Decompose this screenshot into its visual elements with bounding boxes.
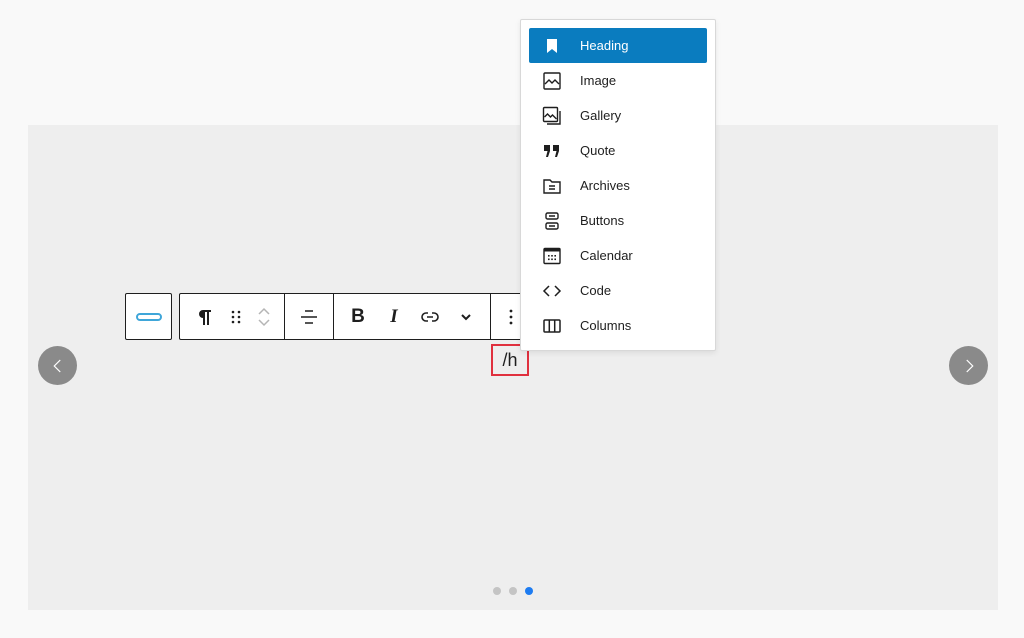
more-formats-button[interactable] — [448, 294, 484, 339]
archive-icon — [543, 178, 561, 194]
separator-icon — [135, 312, 162, 321]
drag-handle[interactable] — [222, 294, 250, 339]
pagination-dot-1[interactable] — [493, 587, 501, 595]
inserter-item-label: Quote — [580, 143, 616, 158]
pagination-dot-3-active[interactable] — [525, 587, 533, 595]
alignment-group — [285, 294, 334, 339]
block-tools-group — [180, 294, 285, 339]
chevron-left-icon — [52, 359, 61, 372]
drag-handle-icon — [231, 310, 241, 323]
code-icon — [542, 284, 562, 297]
slider-prev-button[interactable] — [38, 346, 77, 385]
chevron-down-icon — [461, 313, 471, 320]
slider-next-button[interactable] — [949, 346, 988, 385]
pagination-dot-2[interactable] — [509, 587, 517, 595]
image-icon — [543, 71, 561, 90]
inserter-item-buttons[interactable]: Buttons — [529, 203, 707, 238]
inserter-item-columns[interactable]: Columns — [529, 308, 707, 343]
chevron-down-icon[interactable] — [252, 317, 276, 329]
link-icon — [421, 311, 439, 322]
columns-icon — [543, 318, 561, 333]
inserter-item-image[interactable]: Image — [529, 63, 707, 98]
slider-pagination — [493, 587, 533, 595]
inserter-item-label: Gallery — [580, 108, 622, 123]
inserter-item-label: Code — [580, 283, 612, 298]
inserter-item-calendar[interactable]: Calendar — [529, 238, 707, 273]
chevron-up-icon[interactable] — [252, 305, 276, 317]
buttons-icon — [545, 211, 559, 230]
inserter-item-label: Calendar — [580, 248, 633, 263]
bold-button[interactable]: B — [340, 294, 376, 339]
inserter-item-archives[interactable]: Archives — [529, 168, 707, 203]
block-toolbar: B I — [179, 293, 526, 340]
inserter-item-label: Image — [580, 73, 617, 88]
mover-buttons — [250, 294, 278, 339]
paragraph-icon — [199, 309, 211, 325]
separator-block-button[interactable] — [125, 293, 172, 340]
inserter-item-gallery[interactable]: Gallery — [529, 98, 707, 133]
chevron-right-icon — [965, 359, 974, 372]
bold-icon: B — [351, 305, 365, 327]
align-center-icon — [301, 309, 317, 324]
italic-icon: I — [390, 305, 398, 327]
gallery-icon — [542, 106, 561, 125]
italic-button[interactable]: I — [376, 294, 412, 339]
inserter-item-label: Columns — [580, 318, 632, 333]
inserter-item-code[interactable]: Code — [529, 273, 707, 308]
bookmark-icon — [547, 38, 557, 53]
format-group: B I — [334, 294, 491, 339]
block-inserter-popover: Heading Image Gallery Quote Archives But… — [520, 19, 716, 351]
inserter-item-quote[interactable]: Quote — [529, 133, 707, 168]
inserter-item-heading[interactable]: Heading — [529, 28, 707, 63]
link-button[interactable] — [412, 294, 448, 339]
inserter-item-label: Archives — [580, 178, 630, 193]
slash-command-text: /h — [502, 349, 518, 370]
inserter-item-label: Heading — [580, 38, 629, 53]
quote-icon — [544, 144, 559, 157]
paragraph-button[interactable] — [186, 294, 222, 339]
calendar-icon — [543, 247, 561, 264]
inserter-item-label: Buttons — [580, 213, 625, 228]
align-button[interactable] — [291, 294, 327, 339]
